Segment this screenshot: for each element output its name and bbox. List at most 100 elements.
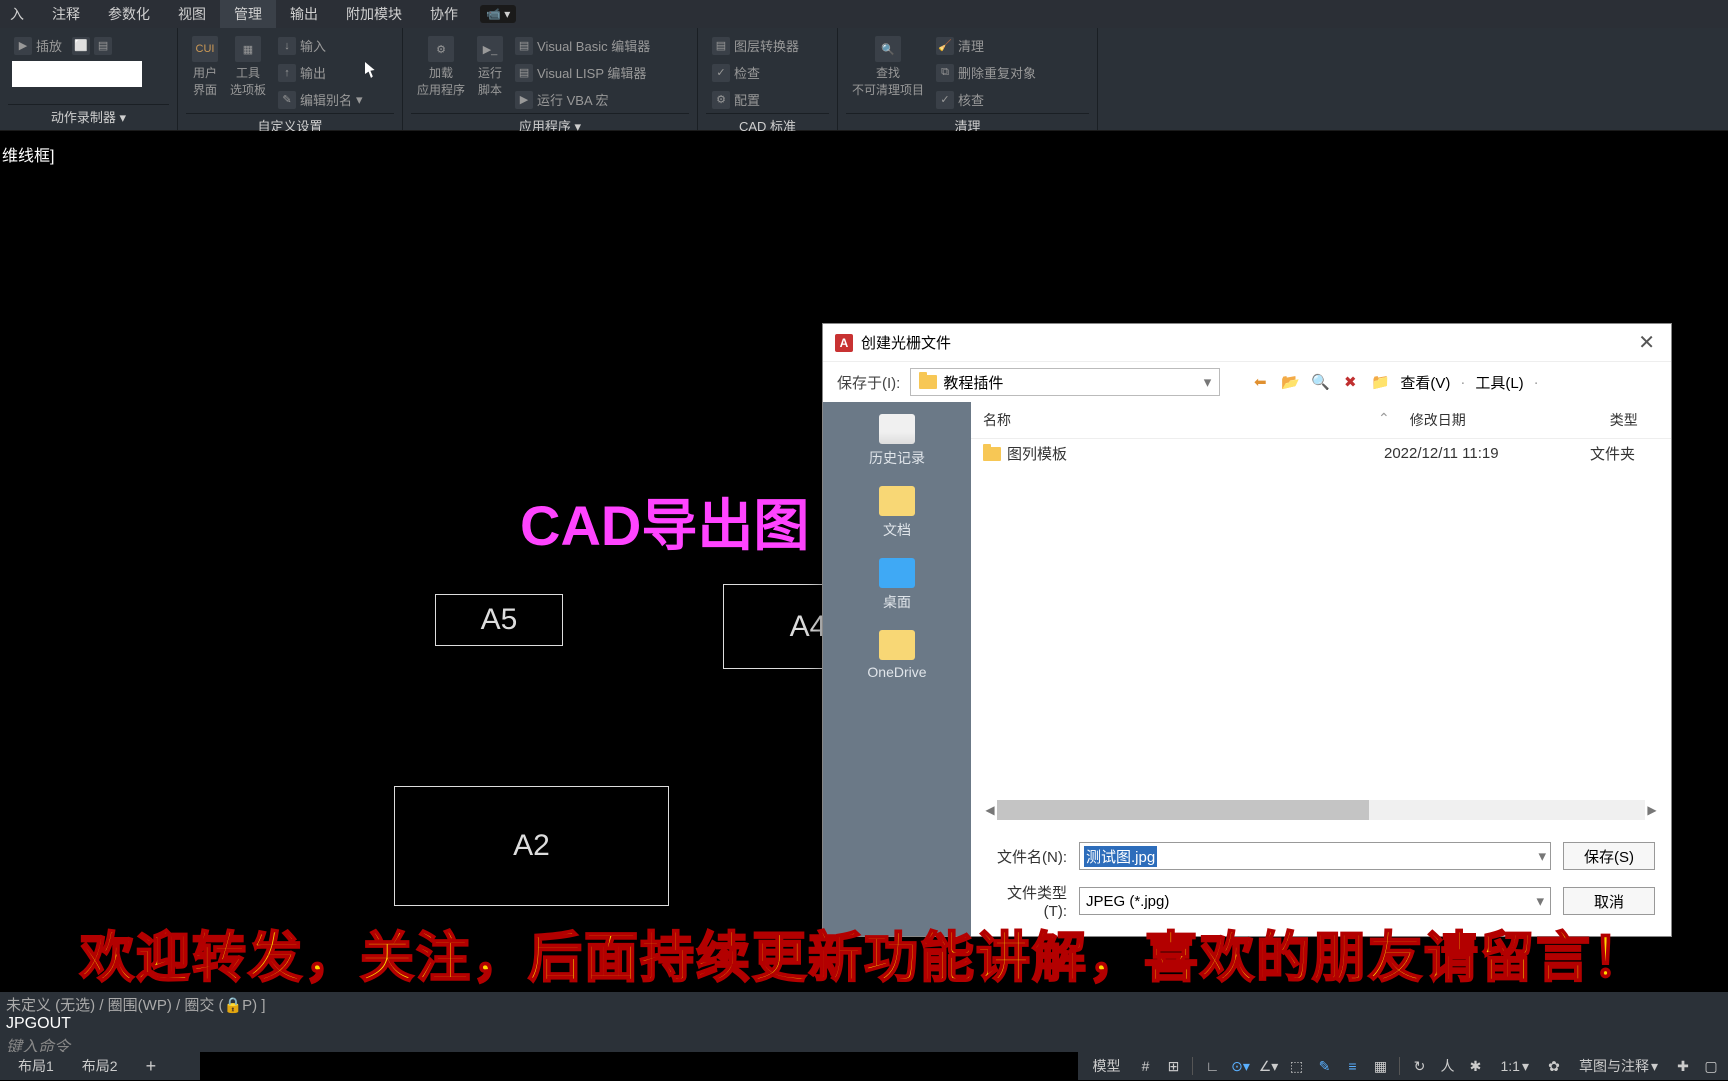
layer-translator-button[interactable]: ▤图层转换器 (710, 34, 801, 57)
ribbon-group-custom: CUI 用户 界面 ▦ 工具 选项板 ↓输入 ↑输出 ✎编辑别名 ▾ 自定义设置 (178, 28, 403, 130)
col-type-header[interactable]: 类型 (1610, 410, 1659, 430)
find-unpurgeable-button[interactable]: 🔍 查找 不可清理项目 (850, 34, 926, 100)
delete-dup-button[interactable]: ⧉删除重复对象 (934, 61, 1038, 84)
sidebar-onedrive[interactable]: OneDrive (867, 630, 926, 680)
cycling-icon[interactable]: ↻ (1410, 1057, 1428, 1075)
config-icon: ⚙ (712, 91, 730, 109)
new-folder-button[interactable]: 📁 (1370, 372, 1390, 392)
play-button[interactable]: ▶ 插放 ⬜ ▤ (12, 34, 142, 57)
monitor-icon[interactable]: ▢ (1702, 1057, 1720, 1075)
run-vba-button[interactable]: ▶运行 VBA 宏 (513, 88, 652, 111)
check-icon: ✓ (712, 64, 730, 82)
vbe-button[interactable]: ▤Visual Basic 编辑器 (513, 34, 652, 57)
check-button[interactable]: ✓检查 (710, 61, 801, 84)
ortho-icon[interactable]: ∟ (1203, 1057, 1221, 1075)
save-button[interactable]: 保存(S) (1563, 842, 1655, 870)
col-name-header[interactable]: 名称 (983, 410, 1378, 430)
gear-icon[interactable]: ✿ (1545, 1057, 1563, 1075)
otrack-icon[interactable]: ⬚ (1287, 1057, 1305, 1075)
cui-button[interactable]: CUI 用户 界面 (190, 34, 220, 100)
vle-button[interactable]: ▤Visual LISP 编辑器 (513, 61, 652, 84)
run-script-button[interactable]: ▶_ 运行 脚本 (475, 34, 505, 100)
layer-icon: ▤ (712, 37, 730, 55)
anno-icon[interactable]: 人 (1438, 1057, 1456, 1075)
tab-layout1[interactable]: 布局1 (6, 1052, 66, 1080)
up-folder-button[interactable]: 📂 (1280, 372, 1300, 392)
add-tab-button[interactable]: + (134, 1052, 169, 1081)
snap-icon[interactable]: ⊞ (1164, 1057, 1182, 1075)
configure-button[interactable]: ⚙配置 (710, 88, 801, 111)
search-web-button[interactable]: 🔍 (1310, 372, 1330, 392)
vbe-label: Visual Basic 编辑器 (537, 36, 650, 55)
cancel-button[interactable]: 取消 (1563, 887, 1655, 915)
dialog-titlebar: A 创建光栅文件 ✕ (823, 324, 1671, 362)
folder-dropdown[interactable]: 教程插件 ▾ (910, 368, 1220, 396)
filename-input[interactable]: 测试图.jpg ▾ (1079, 842, 1551, 870)
model-button[interactable]: 模型 (1086, 1054, 1126, 1078)
delete-button[interactable]: ✖ (1340, 372, 1360, 392)
list-item[interactable]: 图列模板 2022/12/11 11:19 文件夹 (971, 439, 1671, 468)
back-button[interactable]: ⬅ (1250, 372, 1270, 392)
palette-icon: ▦ (235, 36, 261, 62)
import-label: 输入 (300, 36, 326, 55)
wireframe-label: 维线框] (2, 142, 54, 166)
plus-icon[interactable]: ✚ (1674, 1057, 1692, 1075)
filetype-dropdown[interactable]: JPEG (*.jpg) ▾ (1079, 887, 1551, 915)
folder-icon (983, 447, 1001, 461)
ribbon-group-action: ▶ 插放 ⬜ ▤ 动作录制器 ▾ (0, 28, 178, 130)
sidebar-history[interactable]: 历史记录 (869, 414, 925, 468)
tools-menu[interactable]: 工具(L) (1475, 372, 1523, 393)
vle-icon: ▤ (515, 64, 533, 82)
menu-annotate[interactable]: 注释 (38, 0, 94, 28)
menu-parametric[interactable]: 参数化 (94, 0, 164, 28)
sidebar-desktop[interactable]: 桌面 (879, 558, 915, 612)
vle-label: Visual LISP 编辑器 (537, 63, 646, 82)
close-button[interactable]: ✕ (1634, 330, 1659, 355)
sidebar-documents[interactable]: 文档 (879, 486, 915, 540)
audit-label: 核查 (958, 90, 984, 109)
menu-collab[interactable]: 协作 (416, 0, 472, 28)
rect-a2: A2 (394, 786, 669, 906)
ribbon: ▶ 插放 ⬜ ▤ 动作录制器 ▾ CUI 用户 界面 ▦ 工具 选项板 ↓输入 (0, 28, 1728, 131)
col-date-header[interactable]: 修改日期 (1410, 410, 1610, 430)
dialog-title-text: 创建光栅文件 (861, 332, 951, 353)
anno-scale-icon[interactable]: ✱ (1466, 1057, 1484, 1075)
save-in-label: 保存于(I): (837, 372, 900, 393)
lineweight-icon[interactable]: ≡ (1343, 1057, 1361, 1075)
scale-button[interactable]: 1:1 ▾ (1494, 1056, 1535, 1077)
command-line[interactable]: 未定义 (无选) / 圈围(WP) / 圈交 (🔒P) ] JPGOUT 键入命… (0, 992, 1728, 1052)
export-button[interactable]: ↑输出 (276, 61, 365, 84)
audit-button[interactable]: ✓核查 (934, 88, 1038, 111)
menu-bar: 入 注释 参数化 视图 管理 输出 附加模块 协作 📹 ▾ (0, 0, 1728, 28)
tool-palettes-button[interactable]: ▦ 工具 选项板 (228, 34, 268, 100)
desktop-icon (879, 558, 915, 588)
onedrive-icon (879, 630, 915, 660)
osnap-icon[interactable]: ∠▾ (1259, 1057, 1277, 1075)
edit-aliases-button[interactable]: ✎编辑别名 ▾ (276, 88, 365, 111)
view-menu[interactable]: 查看(V) (1400, 372, 1450, 393)
horizontal-scrollbar[interactable]: ◀ ▶ (983, 800, 1659, 820)
scroll-left-icon[interactable]: ◀ (983, 800, 997, 820)
documents-label: 文档 (883, 520, 911, 540)
dyn-icon[interactable]: ✎ (1315, 1057, 1333, 1075)
scroll-right-icon[interactable]: ▶ (1645, 800, 1659, 820)
transparency-icon[interactable]: ▦ (1371, 1057, 1389, 1075)
menu-insert[interactable]: 入 (8, 0, 38, 28)
purge-button[interactable]: 🧹清理 (934, 34, 1038, 57)
import-button[interactable]: ↓输入 (276, 34, 365, 57)
menu-addins[interactable]: 附加模块 (332, 0, 416, 28)
tab-layout2[interactable]: 布局2 (70, 1052, 130, 1080)
action-name-input[interactable] (12, 61, 142, 87)
workspace-button[interactable]: 草图与注释 ▾ (1573, 1054, 1664, 1078)
polar-icon[interactable]: ⊙▾ (1231, 1057, 1249, 1075)
camera-icon[interactable]: 📹 ▾ (480, 5, 516, 23)
load-app-button[interactable]: ⚙ 加载 应用程序 (415, 34, 467, 100)
menu-output[interactable]: 输出 (276, 0, 332, 28)
grid-icon[interactable]: # (1136, 1057, 1154, 1075)
folder-name: 教程插件 (943, 372, 1003, 393)
menu-view[interactable]: 视图 (164, 0, 220, 28)
documents-icon (879, 486, 915, 516)
menu-manage[interactable]: 管理 (220, 0, 276, 28)
row-date: 2022/12/11 11:19 (1384, 445, 1584, 462)
purge-icon: 🧹 (936, 37, 954, 55)
